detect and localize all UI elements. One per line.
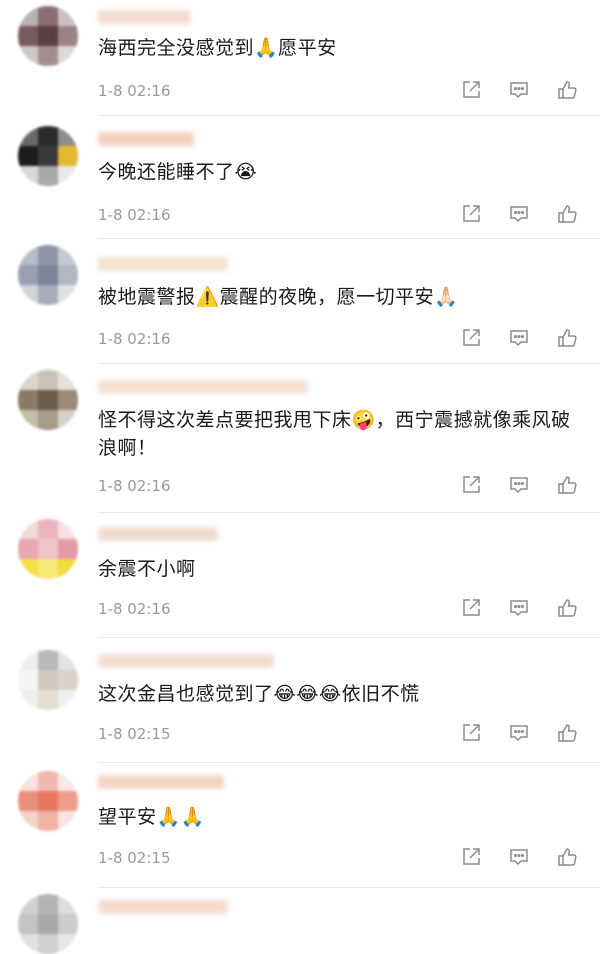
share-icon[interactable]	[460, 597, 482, 619]
comment-item: 这次金昌也感觉到了😂😂😂依旧不慌 1-8 02:15	[0, 638, 600, 762]
thumbs-up-icon[interactable]	[556, 203, 578, 225]
comment-actions	[460, 327, 578, 349]
avatar[interactable]	[18, 245, 78, 305]
comment-text: 望平安🙏🙏	[98, 806, 205, 828]
username[interactable]	[98, 527, 218, 541]
comment-timestamp: 1-8 02:16	[98, 82, 171, 100]
username[interactable]	[98, 257, 228, 271]
share-icon[interactable]	[460, 846, 482, 868]
comment-timestamp: 1-8 02:16	[98, 330, 171, 348]
comment-item: 被地震警报⚠️震醒的夜晚，愿一切平安🙏🏻 1-8 02:16	[0, 239, 600, 363]
share-icon[interactable]	[460, 203, 482, 225]
avatar[interactable]	[18, 771, 78, 831]
share-icon[interactable]	[460, 722, 482, 744]
comment-icon[interactable]	[508, 846, 530, 868]
thumbs-up-icon[interactable]	[556, 597, 578, 619]
thumbs-up-icon[interactable]	[556, 846, 578, 868]
comment-icon[interactable]	[508, 327, 530, 349]
share-icon[interactable]	[460, 79, 482, 101]
comment-actions	[460, 846, 578, 868]
comment-feed: 海西完全没感觉到🙏愿平安 1-8 02:16 今晚还能睡不了😭 1-8 02:1…	[0, 0, 600, 954]
avatar[interactable]	[18, 650, 78, 710]
avatar[interactable]	[18, 126, 78, 186]
comment-item: 余震不小啊 1-8 02:16	[0, 513, 600, 637]
share-icon[interactable]	[460, 327, 482, 349]
avatar[interactable]	[18, 894, 78, 954]
avatar[interactable]	[18, 370, 78, 430]
comment-actions	[460, 79, 578, 101]
comment-actions	[460, 474, 578, 496]
username[interactable]	[98, 775, 224, 789]
comment-timestamp: 1-8 02:16	[98, 206, 171, 224]
comment-text: 怪不得这次差点要把我甩下床🤪，西宁震撼就像乘风破浪啊！	[98, 409, 571, 459]
comment-item: 望平安🙏🙏 1-8 02:15	[0, 763, 600, 887]
comment-text: 这次金昌也感觉到了😂😂😂依旧不慌	[98, 683, 420, 705]
username[interactable]	[98, 132, 194, 146]
comment-actions	[460, 203, 578, 225]
thumbs-up-icon[interactable]	[556, 79, 578, 101]
comment-text: 海西完全没感觉到🙏愿平安	[98, 37, 337, 59]
username[interactable]	[98, 380, 308, 394]
comment-item: 今晚还能睡不了😭 1-8 02:16	[0, 116, 600, 238]
comment-item: 怪不得这次差点要把我甩下床🤪，西宁震撼就像乘风破浪啊！ 1-8 02:16	[0, 364, 600, 512]
comment-text: 余震不小啊	[98, 558, 196, 580]
comment-timestamp: 1-8 02:16	[98, 477, 171, 495]
avatar[interactable]	[18, 519, 78, 579]
comment-icon[interactable]	[508, 79, 530, 101]
thumbs-up-icon[interactable]	[556, 474, 578, 496]
username[interactable]	[98, 900, 228, 914]
comment-text: 被地震警报⚠️震醒的夜晚，愿一切平安🙏🏻	[98, 286, 459, 308]
comment-icon[interactable]	[508, 722, 530, 744]
comment-actions	[460, 597, 578, 619]
comment-text: 今晚还能睡不了😭	[98, 161, 258, 183]
comment-timestamp: 1-8 02:15	[98, 725, 171, 743]
comment-actions	[460, 722, 578, 744]
thumbs-up-icon[interactable]	[556, 327, 578, 349]
comment-icon[interactable]	[508, 203, 530, 225]
comment-timestamp: 1-8 02:16	[98, 600, 171, 618]
thumbs-up-icon[interactable]	[556, 722, 578, 744]
username[interactable]	[98, 10, 190, 24]
comment-timestamp: 1-8 02:15	[98, 849, 171, 867]
comment-item: 海西完全没感觉到🙏愿平安 1-8 02:16	[0, 0, 600, 115]
comment-icon[interactable]	[508, 597, 530, 619]
comment-item	[0, 888, 600, 954]
comment-icon[interactable]	[508, 474, 530, 496]
avatar[interactable]	[18, 6, 78, 66]
share-icon[interactable]	[460, 474, 482, 496]
username[interactable]	[98, 654, 274, 668]
